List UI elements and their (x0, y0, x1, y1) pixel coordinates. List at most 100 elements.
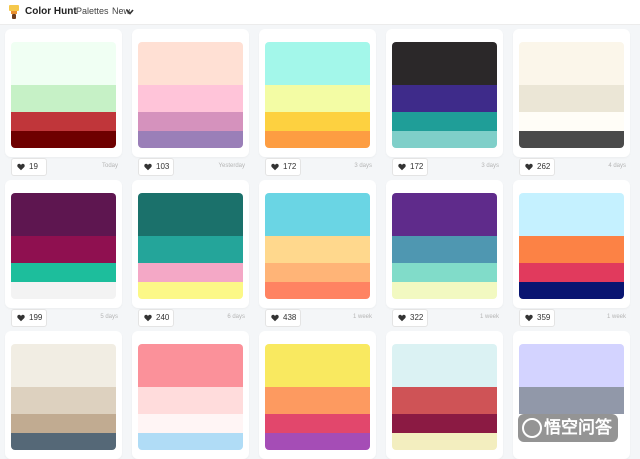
palette-swatches[interactable] (392, 344, 497, 450)
color-swatch[interactable] (11, 193, 116, 236)
like-button[interactable]: 322 (392, 309, 428, 327)
color-swatch[interactable] (138, 387, 243, 414)
color-swatch[interactable] (392, 387, 497, 414)
color-swatch[interactable] (519, 112, 624, 131)
color-swatch[interactable] (138, 85, 243, 112)
color-swatch[interactable] (138, 42, 243, 85)
palette-card[interactable]: 172 3 days (386, 29, 503, 176)
color-swatch[interactable] (138, 112, 243, 131)
color-swatch[interactable] (392, 131, 497, 148)
palette-card[interactable] (259, 331, 376, 459)
color-swatch[interactable] (519, 282, 624, 299)
palette-swatches[interactable] (138, 193, 243, 299)
color-swatch[interactable] (11, 282, 116, 299)
color-swatch[interactable] (392, 193, 497, 236)
palette-card[interactable] (132, 331, 249, 459)
color-swatch[interactable] (138, 236, 243, 263)
nav-palettes-link[interactable]: Palettes (76, 6, 109, 16)
color-swatch[interactable] (11, 344, 116, 387)
color-swatch[interactable] (519, 387, 624, 414)
palette-card[interactable]: 438 1 week (259, 180, 376, 327)
palette-swatches[interactable] (11, 193, 116, 299)
color-swatch[interactable] (265, 433, 370, 450)
chevron-down-icon[interactable] (126, 9, 134, 15)
color-swatch[interactable] (138, 433, 243, 450)
palette-card[interactable] (5, 331, 122, 459)
color-swatch[interactable] (392, 414, 497, 433)
like-button[interactable]: 172 (392, 158, 428, 176)
palette-swatches[interactable] (138, 42, 243, 148)
color-swatch[interactable] (519, 193, 624, 236)
color-swatch[interactable] (265, 387, 370, 414)
color-swatch[interactable] (138, 193, 243, 236)
color-swatch[interactable] (392, 282, 497, 299)
color-swatch[interactable] (11, 85, 116, 112)
palette-swatches[interactable] (138, 344, 243, 450)
color-swatch[interactable] (11, 42, 116, 85)
color-swatch[interactable] (392, 236, 497, 263)
color-swatch[interactable] (11, 131, 116, 148)
palette-card[interactable]: 262 4 days (513, 29, 630, 176)
color-swatch[interactable] (11, 387, 116, 414)
like-button[interactable]: 438 (265, 309, 301, 327)
color-swatch[interactable] (392, 42, 497, 85)
palette-swatches[interactable] (519, 42, 624, 148)
paint-brush-icon[interactable] (6, 4, 22, 20)
palette-swatches[interactable] (519, 193, 624, 299)
color-swatch[interactable] (138, 344, 243, 387)
color-swatch[interactable] (519, 344, 624, 387)
color-swatch[interactable] (392, 263, 497, 282)
color-swatch[interactable] (265, 85, 370, 112)
color-swatch[interactable] (392, 344, 497, 387)
palette-swatches[interactable] (265, 42, 370, 148)
like-button[interactable]: 199 (11, 309, 47, 327)
palette-swatches[interactable] (392, 42, 497, 148)
color-swatch[interactable] (265, 414, 370, 433)
color-swatch[interactable] (138, 263, 243, 282)
color-swatch[interactable] (392, 112, 497, 131)
brand-name[interactable]: Color Hunt (25, 6, 77, 17)
like-button[interactable]: 19 (11, 158, 47, 176)
color-swatch[interactable] (265, 344, 370, 387)
like-button[interactable]: 359 (519, 309, 555, 327)
palette-card[interactable]: 19 Today (5, 29, 122, 176)
color-swatch[interactable] (11, 112, 116, 131)
color-swatch[interactable] (265, 112, 370, 131)
like-button[interactable]: 262 (519, 158, 555, 176)
like-button[interactable]: 172 (265, 158, 301, 176)
color-swatch[interactable] (11, 414, 116, 433)
color-swatch[interactable] (265, 282, 370, 299)
color-swatch[interactable] (265, 193, 370, 236)
color-swatch[interactable] (519, 236, 624, 263)
color-swatch[interactable] (138, 414, 243, 433)
palette-card[interactable]: 240 6 days (132, 180, 249, 327)
color-swatch[interactable] (392, 85, 497, 112)
color-swatch[interactable] (392, 433, 497, 450)
palette-swatches[interactable] (265, 193, 370, 299)
color-swatch[interactable] (11, 263, 116, 282)
color-swatch[interactable] (265, 131, 370, 148)
palette-card[interactable]: 172 3 days (259, 29, 376, 176)
color-swatch[interactable] (265, 263, 370, 282)
color-swatch[interactable] (265, 236, 370, 263)
color-swatch[interactable] (138, 282, 243, 299)
color-swatch[interactable] (11, 433, 116, 450)
palette-card[interactable]: 359 1 week (513, 180, 630, 327)
palette-card[interactable]: 322 1 week (386, 180, 503, 327)
like-button[interactable]: 103 (138, 158, 174, 176)
color-swatch[interactable] (519, 263, 624, 282)
palette-card[interactable] (386, 331, 503, 459)
like-button[interactable]: 240 (138, 309, 174, 327)
palette-card[interactable]: 103 Yesterday (132, 29, 249, 176)
palette-swatches[interactable] (11, 42, 116, 148)
palette-card[interactable]: 199 5 days (5, 180, 122, 327)
color-swatch[interactable] (519, 42, 624, 85)
palette-swatches[interactable] (11, 344, 116, 450)
color-swatch[interactable] (519, 131, 624, 148)
color-swatch[interactable] (11, 236, 116, 263)
palette-swatches[interactable] (392, 193, 497, 299)
color-swatch[interactable] (138, 131, 243, 148)
color-swatch[interactable] (519, 85, 624, 112)
color-swatch[interactable] (265, 42, 370, 85)
palette-swatches[interactable] (265, 344, 370, 450)
